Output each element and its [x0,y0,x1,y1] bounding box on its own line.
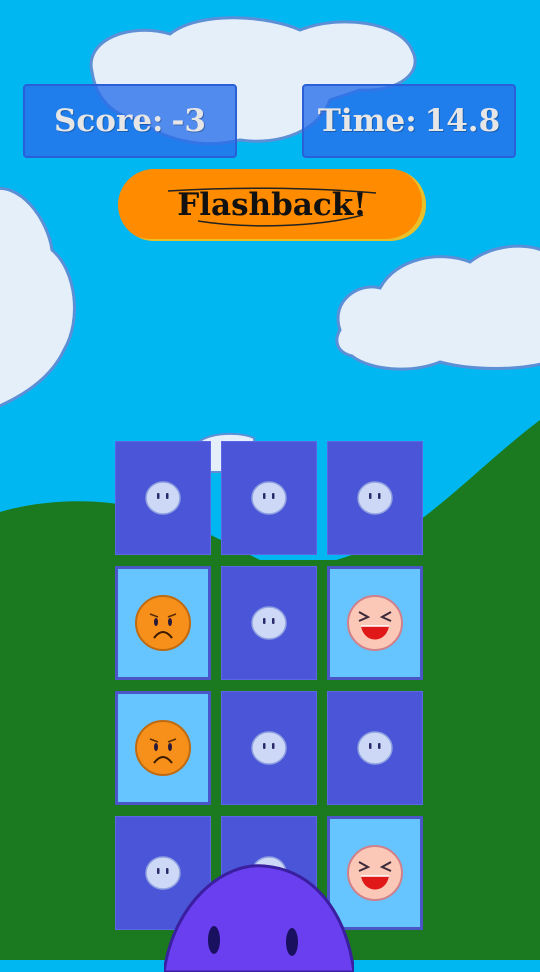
card-grid [115,441,425,930]
blob-icon [145,481,181,515]
monster-eye-left [208,926,220,954]
blob-icon [251,481,287,515]
flashback-button[interactable]: Flashback! [118,169,426,241]
memory-card[interactable] [115,441,211,555]
time-value: 14.8 [424,103,501,139]
laughing-face-icon [347,595,403,651]
score-label: Score: [54,103,164,139]
laughing-face-icon [347,845,403,901]
memory-card[interactable] [221,566,317,680]
timer-display: Time: 14.8 [302,84,516,158]
memory-card[interactable] [327,441,423,555]
monster-eye-right [286,928,298,956]
blob-icon [251,606,287,640]
memory-card[interactable] [221,691,317,805]
blob-icon [251,731,287,765]
memory-card[interactable] [221,441,317,555]
memory-card[interactable] [327,566,423,680]
sad-face-icon [135,720,191,776]
score-value: -3 [171,103,206,139]
blob-icon [357,731,393,765]
sad-face-icon [135,595,191,651]
score-display: Score: -3 [23,84,237,158]
monster-character [164,864,354,972]
memory-card[interactable] [327,691,423,805]
blob-icon [357,481,393,515]
flashback-label: Flashback! [177,187,367,223]
time-label: Time: [317,103,417,139]
memory-card[interactable] [115,691,211,805]
memory-card[interactable] [115,566,211,680]
